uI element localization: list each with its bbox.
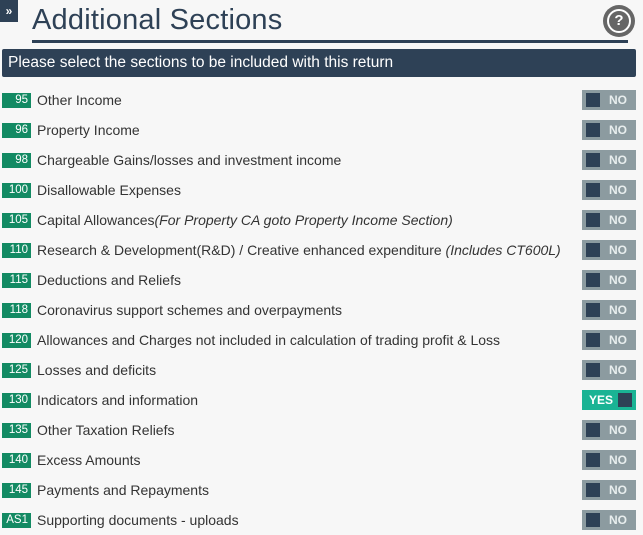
double-chevron-right-icon: »: [5, 4, 13, 18]
toggle-state-text: NO: [609, 303, 627, 317]
section-toggle[interactable]: NO: [582, 150, 636, 170]
section-code-badge: 115: [2, 272, 31, 288]
toggle-state-text: NO: [609, 243, 627, 257]
toggle-state-text: NO: [609, 273, 627, 287]
section-code-badge: 140: [2, 452, 31, 468]
section-label: Disallowable Expenses: [37, 182, 181, 198]
toggle-knob: [586, 273, 600, 287]
toggle-knob: [586, 453, 600, 467]
help-button[interactable]: ?: [603, 5, 635, 37]
section-label: Research & Development(R&D) / Creative e…: [37, 242, 561, 258]
toggle-knob: [586, 513, 600, 527]
section-code-badge: AS1: [2, 512, 31, 528]
title-divider: [32, 40, 628, 43]
section-label: Capital Allowances(For Property CA goto …: [37, 212, 453, 228]
toggle-knob: [586, 423, 600, 437]
section-label: Payments and Repayments: [37, 482, 209, 498]
section-toggle[interactable]: NO: [582, 90, 636, 110]
section-toggle[interactable]: NO: [582, 420, 636, 440]
section-code-badge: 135: [2, 422, 31, 438]
section-label: Excess Amounts: [37, 452, 141, 468]
section-toggle[interactable]: YES: [582, 390, 636, 410]
section-toggle[interactable]: NO: [582, 120, 636, 140]
section-code-badge: 100: [2, 182, 31, 198]
toggle-state-text: NO: [609, 183, 627, 197]
toggle-knob: [586, 153, 600, 167]
section-label: Other Income: [37, 92, 122, 108]
toggle-state-text: NO: [609, 213, 627, 227]
section-toggle[interactable]: NO: [582, 360, 636, 380]
section-row: 98 Chargeable Gains/losses and investmen…: [0, 145, 643, 175]
section-toggle[interactable]: NO: [582, 180, 636, 200]
section-code-badge: 96: [2, 122, 31, 138]
section-code-badge: 118: [2, 302, 31, 318]
instruction-text: Please select the sections to be include…: [8, 54, 394, 71]
section-code-badge: 120: [2, 332, 31, 348]
toggle-state-text: NO: [609, 513, 627, 527]
section-code-badge: 125: [2, 362, 31, 378]
section-row: 135 Other Taxation Reliefs NO: [0, 415, 643, 445]
section-label: Supporting documents - uploads: [37, 512, 239, 528]
section-code-badge: 95: [2, 92, 31, 108]
toggle-knob: [586, 303, 600, 317]
section-label: Coronavirus support schemes and overpaym…: [37, 302, 343, 318]
sections-list: 95 Other Income NO 96 Property Income NO…: [0, 85, 643, 535]
section-toggle[interactable]: NO: [582, 210, 636, 230]
toggle-state-text: NO: [609, 93, 627, 107]
toggle-knob: [586, 243, 600, 257]
expand-sidebar-button[interactable]: »: [0, 0, 18, 22]
toggle-state-text: NO: [609, 483, 627, 497]
toggle-state-text: NO: [609, 423, 627, 437]
page-title: Additional Sections: [32, 4, 283, 36]
toggle-state-text: NO: [609, 363, 627, 377]
toggle-knob: [586, 363, 600, 377]
section-toggle[interactable]: NO: [582, 510, 636, 530]
toggle-knob: [586, 183, 600, 197]
toggle-knob: [586, 213, 600, 227]
toggle-state-text: NO: [609, 453, 627, 467]
section-code-badge: 98: [2, 152, 31, 168]
toggle-knob: [586, 123, 600, 137]
section-row: 110 Research & Development(R&D) / Creati…: [0, 235, 643, 265]
section-label: Chargeable Gains/losses and investment i…: [37, 152, 342, 168]
toggle-state-text: NO: [609, 153, 627, 167]
toggle-state-text: YES: [589, 393, 614, 407]
section-code-badge: 105: [2, 212, 31, 228]
section-row: 140 Excess Amounts NO: [0, 445, 643, 475]
toggle-knob: [586, 93, 600, 107]
section-row: 120 Allowances and Charges not included …: [0, 325, 643, 355]
question-circle-icon: ?: [607, 9, 631, 33]
section-toggle[interactable]: NO: [582, 270, 636, 290]
section-row: 130 Indicators and information YES: [0, 385, 643, 415]
toggle-state-text: NO: [609, 123, 627, 137]
toggle-state-text: NO: [609, 333, 627, 347]
section-toggle[interactable]: NO: [582, 240, 636, 260]
section-label: Other Taxation Reliefs: [37, 422, 175, 438]
section-toggle[interactable]: NO: [582, 450, 636, 470]
section-label: Losses and deficits: [37, 362, 157, 378]
instruction-banner: Please select the sections to be include…: [2, 49, 636, 77]
section-toggle[interactable]: NO: [582, 330, 636, 350]
section-row: 125 Losses and deficits NO: [0, 355, 643, 385]
section-row: 100 Disallowable Expenses NO: [0, 175, 643, 205]
section-code-badge: 130: [2, 392, 31, 408]
section-row: 96 Property Income NO: [0, 115, 643, 145]
toggle-knob: [586, 483, 600, 497]
section-code-badge: 145: [2, 482, 31, 498]
section-row: 118 Coronavirus support schemes and over…: [0, 295, 643, 325]
section-label: Property Income: [37, 122, 140, 138]
section-label: Deductions and Reliefs: [37, 272, 181, 288]
section-row: 115 Deductions and Reliefs NO: [0, 265, 643, 295]
toggle-knob: [586, 333, 600, 347]
section-row: 95 Other Income NO: [0, 85, 643, 115]
section-label: Indicators and information: [37, 392, 199, 408]
section-row: 145 Payments and Repayments NO: [0, 475, 643, 505]
section-toggle[interactable]: NO: [582, 480, 636, 500]
section-toggle[interactable]: NO: [582, 300, 636, 320]
section-row: 105 Capital Allowances(For Property CA g…: [0, 205, 643, 235]
section-code-badge: 110: [2, 242, 31, 258]
section-label: Allowances and Charges not included in c…: [37, 332, 501, 348]
toggle-knob: [618, 393, 632, 407]
section-row: AS1 Supporting documents - uploads NO: [0, 505, 643, 535]
